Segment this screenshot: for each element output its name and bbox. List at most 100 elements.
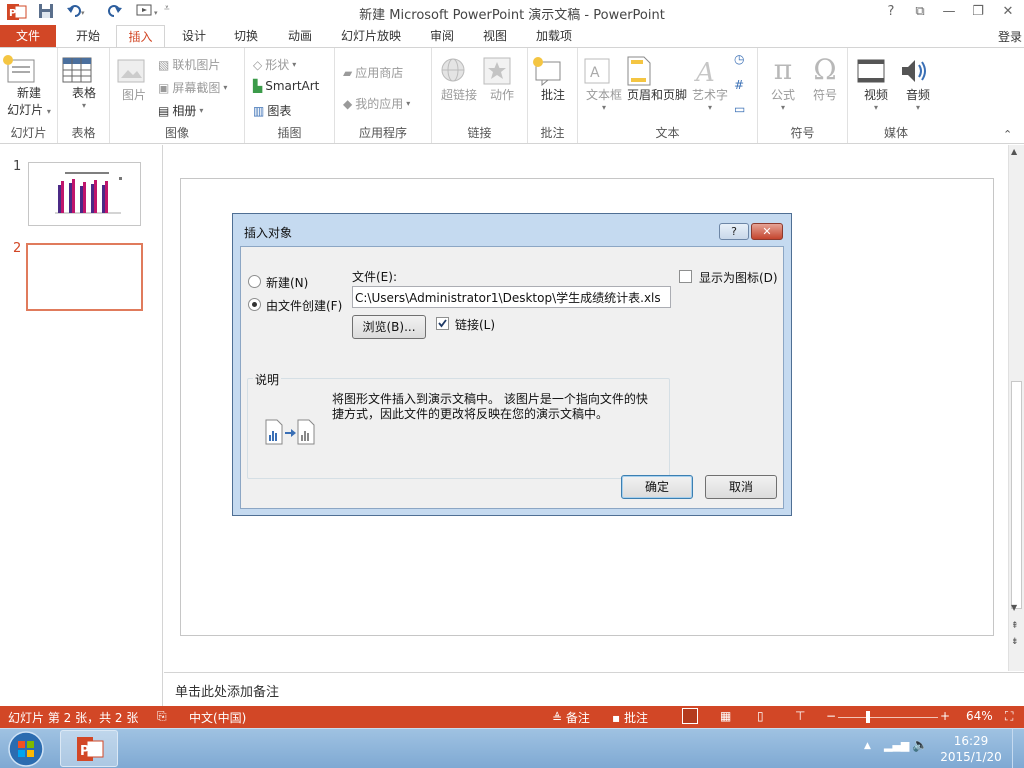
language-status[interactable]: 中文(中国): [189, 709, 246, 726]
svg-text:P: P: [80, 744, 90, 759]
equation-label: 公式: [770, 88, 795, 102]
tab-home[interactable]: 开始: [64, 25, 112, 48]
slide-sorter-view-icon[interactable]: ▦: [720, 709, 731, 723]
store-button[interactable]: ▰ 应用商店: [343, 64, 403, 81]
network-icon[interactable]: ▂▄▆: [884, 739, 909, 752]
thumbnail-number: 2: [13, 241, 22, 256]
taskbar-powerpoint-button[interactable]: P: [60, 730, 118, 767]
volume-icon[interactable]: 🔈: [912, 738, 928, 753]
my-apps-label: 我的应用: [355, 97, 404, 111]
comments-toggle-button[interactable]: ▪ 批注: [612, 709, 648, 726]
slide-thumbnail-2[interactable]: [26, 243, 143, 311]
browse-button[interactable]: 浏览(B)...: [352, 315, 426, 339]
create-new-label[interactable]: 新建(N): [266, 274, 308, 291]
create-from-file-label[interactable]: 由文件创建(F): [266, 297, 342, 314]
screenshot-button[interactable]: ▣ 屏幕截图 ▾: [158, 79, 227, 96]
sign-in-link[interactable]: 登录: [998, 28, 1022, 45]
scroll-thumb[interactable]: [1011, 381, 1022, 609]
symbol-button[interactable]: Ω 符号: [806, 54, 844, 103]
tab-file[interactable]: 文件: [0, 25, 56, 48]
hyperlink-label: 超链接: [440, 88, 477, 102]
group-label-slides: 幻灯片: [10, 126, 47, 140]
photo-album-button[interactable]: ▤ 相册 ▾: [158, 102, 203, 119]
zoom-out-button[interactable]: −: [826, 709, 836, 723]
fit-to-window-icon[interactable]: ⛶: [1005, 709, 1013, 724]
new-slide-button[interactable]: 新建 幻灯片 ▾: [2, 54, 56, 118]
video-button[interactable]: 视频 ▾: [856, 56, 896, 112]
restore-button[interactable]: ❐: [966, 3, 990, 21]
screenshot-icon: ▣: [158, 80, 170, 95]
clock[interactable]: 16:29 2015/1/20: [940, 733, 1002, 765]
header-footer-button[interactable]: 页眉和页脚: [626, 56, 688, 103]
spell-check-icon[interactable]: ⎘: [157, 709, 167, 724]
create-new-radio[interactable]: [248, 275, 261, 288]
action-button[interactable]: 动作: [482, 56, 522, 103]
chart-icon: ▥: [253, 103, 265, 118]
group-comments: 批注 批注: [528, 48, 578, 143]
comment-button[interactable]: 批注: [532, 56, 574, 103]
tab-animations[interactable]: 动画: [276, 25, 324, 48]
collapse-ribbon-icon[interactable]: ⌃: [1003, 128, 1012, 141]
cancel-button[interactable]: 取消: [705, 475, 777, 499]
slide-position-status[interactable]: 幻灯片 第 2 张，共 2 张: [8, 709, 138, 726]
ok-button[interactable]: 确定: [621, 475, 693, 499]
tab-transitions[interactable]: 切换: [222, 25, 270, 48]
status-bar: 幻灯片 第 2 张，共 2 张 ⎘ 中文(中国) ≜ 备注 ▪ 批注 ▦ ▯ ⊤…: [0, 706, 1024, 728]
dialog-close-button[interactable]: ✕: [751, 223, 783, 240]
scroll-down-arrow-icon[interactable]: ▼: [1011, 603, 1017, 612]
dialog-help-button[interactable]: ?: [719, 223, 749, 240]
object-button[interactable]: ▭: [734, 102, 745, 116]
zoom-slider-track[interactable]: [838, 717, 938, 718]
table-button[interactable]: 表格 ▾: [62, 56, 106, 110]
zoom-level[interactable]: 64%: [966, 709, 993, 723]
ribbon-display-options-button[interactable]: ⧉: [908, 3, 932, 21]
vertical-scrollbar[interactable]: ▲ ▼ ⇞ ⇟: [1008, 145, 1024, 671]
normal-view-icon[interactable]: [682, 708, 698, 724]
zoom-in-button[interactable]: +: [940, 709, 950, 723]
textbox-button[interactable]: A 文本框 ▾: [582, 56, 626, 112]
show-hidden-icons-icon[interactable]: ▲: [864, 741, 871, 751]
create-from-file-radio[interactable]: [248, 298, 261, 311]
next-slide-icon[interactable]: ⇟: [1011, 637, 1019, 647]
slide-number-button[interactable]: #: [734, 78, 744, 92]
tab-addins[interactable]: 加载项: [527, 25, 581, 48]
chart-button[interactable]: ▥ 图表: [253, 102, 291, 119]
group-links: 超链接 动作 链接: [432, 48, 528, 143]
smartart-button[interactable]: ▙ SmartArt: [253, 79, 319, 93]
help-button[interactable]: ?: [879, 3, 903, 21]
date-time-button[interactable]: ◷: [734, 52, 744, 66]
group-label-symbols: 符号: [790, 126, 815, 140]
zoom-slider-thumb[interactable]: [866, 711, 870, 723]
scroll-up-arrow-icon[interactable]: ▲: [1011, 147, 1017, 156]
tab-design[interactable]: 设计: [170, 25, 218, 48]
show-desktop-button[interactable]: [1012, 729, 1024, 768]
picture-button[interactable]: 图片: [116, 56, 152, 103]
hyperlink-button[interactable]: 超链接: [438, 56, 480, 103]
tab-insert[interactable]: 插入: [116, 25, 165, 49]
close-window-button[interactable]: ✕: [996, 3, 1020, 21]
display-as-icon-label[interactable]: 显示为图标(D): [699, 269, 778, 286]
equation-button[interactable]: π 公式 ▾: [764, 54, 802, 113]
audio-button[interactable]: 音频 ▾: [898, 56, 938, 112]
tab-review[interactable]: 审阅: [418, 25, 466, 48]
previous-slide-icon[interactable]: ⇞: [1011, 621, 1019, 631]
display-as-icon-checkbox[interactable]: [679, 270, 692, 283]
link-label[interactable]: 链接(L): [455, 316, 495, 333]
tab-slideshow[interactable]: 幻灯片放映: [332, 25, 410, 48]
tab-view[interactable]: 视图: [471, 25, 519, 48]
shapes-button[interactable]: ◇ 形状 ▾: [253, 56, 296, 73]
online-picture-button[interactable]: ▧ 联机图片: [158, 56, 220, 73]
start-button[interactable]: [6, 731, 46, 767]
wordart-button[interactable]: A 艺术字 ▾: [690, 56, 730, 112]
minimize-button[interactable]: —: [937, 3, 961, 21]
notes-toggle-button[interactable]: ≜ 备注: [552, 709, 590, 726]
symbol-label: 符号: [812, 88, 837, 102]
reading-view-icon[interactable]: ▯: [757, 709, 764, 723]
link-checkbox[interactable]: [436, 317, 449, 330]
file-path-input[interactable]: [352, 286, 671, 308]
notes-pane[interactable]: 单击此处添加备注: [164, 672, 1024, 706]
description-title: 说明: [253, 371, 282, 388]
my-apps-button[interactable]: ◆ 我的应用 ▾: [343, 95, 410, 112]
slide-thumbnail-1[interactable]: [28, 162, 141, 226]
slideshow-view-icon[interactable]: ⊤: [795, 709, 805, 723]
